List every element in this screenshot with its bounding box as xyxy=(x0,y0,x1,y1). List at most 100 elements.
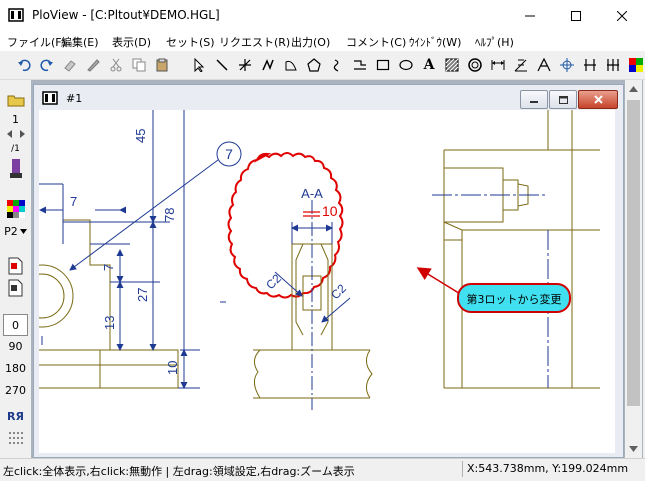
child-title: #1 xyxy=(66,92,83,105)
mirror-button[interactable]: RЯ xyxy=(3,406,28,426)
series-dim-tool[interactable] xyxy=(603,55,623,75)
menu-help[interactable]: ﾍﾙﾌﾟ(H) xyxy=(475,34,514,50)
cross-line-icon xyxy=(239,59,251,71)
hatch-icon xyxy=(445,58,459,72)
minimize-button[interactable] xyxy=(507,0,553,31)
vertical-scrollbar[interactable] xyxy=(625,80,642,458)
undo-button[interactable] xyxy=(14,55,34,75)
balloon-tool[interactable] xyxy=(465,55,485,75)
rotate-0-button[interactable]: 0 xyxy=(3,314,28,336)
status-hint: 左click:全体表示,右click:無動作 | 左drag:領域設定,右dra… xyxy=(3,465,355,478)
rotate-180-button[interactable]: 180 xyxy=(3,358,28,378)
rectangle-icon xyxy=(376,59,390,71)
copy-button[interactable] xyxy=(129,55,149,75)
section-label: A-A xyxy=(301,186,323,201)
redo-button[interactable] xyxy=(37,55,57,75)
paste-button[interactable] xyxy=(152,55,172,75)
color-palette-icon xyxy=(629,58,643,72)
drawing-svg: 45 7 78 7 27 13 10 7 A-A C2 C2 10 第3ロットか… xyxy=(39,110,600,410)
undo-icon xyxy=(18,59,31,72)
pen-icon xyxy=(87,59,100,72)
weld-tool[interactable] xyxy=(534,55,554,75)
grid-button[interactable] xyxy=(3,430,28,446)
balloon-icon xyxy=(468,58,482,72)
pen-setting-button[interactable] xyxy=(3,158,28,180)
dim-label-45: 45 xyxy=(133,129,148,143)
menu-window[interactable]: ｳｲﾝﾄﾞｳ(W) xyxy=(409,34,461,50)
polyline-tool[interactable] xyxy=(258,55,278,75)
note-leader xyxy=(416,267,463,296)
color-grid-icon xyxy=(6,200,25,218)
child-restore-button[interactable] xyxy=(549,90,577,109)
arrow-cursor-icon xyxy=(194,58,205,72)
close-button[interactable] xyxy=(599,0,645,31)
angle-dim-tool[interactable] xyxy=(511,55,531,75)
step-tool[interactable] xyxy=(350,55,370,75)
copy-icon xyxy=(132,58,146,72)
menu-output[interactable]: 出力(O) xyxy=(291,34,330,50)
left-dimensions xyxy=(39,110,219,389)
paper-size-value: P2 xyxy=(4,224,18,238)
line-tool[interactable] xyxy=(212,55,232,75)
main-toolbar: A xyxy=(0,52,645,80)
menu-file[interactable]: ファイル(F) xyxy=(7,34,66,50)
grid-dots-icon xyxy=(8,432,23,444)
cross-line-tool[interactable] xyxy=(235,55,255,75)
close-icon xyxy=(593,95,603,104)
curve-tool[interactable] xyxy=(327,55,347,75)
redo-icon xyxy=(40,59,53,72)
status-bar: 左click:全体表示,右click:無動作 | 左drag:領域設定,右dra… xyxy=(0,458,645,481)
page-export-icon xyxy=(8,257,22,275)
dim-label-13: 13 xyxy=(102,316,117,330)
right-part-outline xyxy=(443,110,600,389)
text-tool[interactable]: A xyxy=(419,55,439,75)
parallel-dim-tool[interactable] xyxy=(580,55,600,75)
color-button[interactable] xyxy=(3,198,28,220)
app-icon xyxy=(8,8,24,22)
menu-view[interactable]: 表示(D) xyxy=(112,34,151,50)
menu-edit[interactable]: 編集(E) xyxy=(61,34,99,50)
menu-comment[interactable]: コメント(C) xyxy=(346,34,406,50)
erase-button[interactable] xyxy=(60,55,80,75)
eraser-icon xyxy=(64,60,76,72)
drawing-canvas[interactable]: 45 7 78 7 27 13 10 7 A-A C2 C2 10 第3ロットか… xyxy=(39,110,615,453)
open-button[interactable] xyxy=(3,90,28,110)
angle-dim-icon xyxy=(514,59,527,72)
child-close-button[interactable] xyxy=(578,90,618,109)
page-spinner[interactable] xyxy=(3,127,28,141)
left-part-outline xyxy=(39,219,179,389)
curve-icon xyxy=(333,59,339,72)
select-tool[interactable] xyxy=(189,55,209,75)
center-mark-icon xyxy=(560,58,574,72)
hatch-tool[interactable] xyxy=(442,55,462,75)
rotate-270-button[interactable]: 270 xyxy=(3,380,28,400)
menu-request[interactable]: リクエスト(R) xyxy=(219,34,290,50)
rotate-90-button[interactable]: 90 xyxy=(3,336,28,356)
title-bar: PloView - [C:Pltout¥DEMO.HGL] xyxy=(0,0,645,31)
dimension-tool[interactable] xyxy=(488,55,508,75)
cut-button[interactable] xyxy=(106,55,126,75)
rectangle-tool[interactable] xyxy=(373,55,393,75)
scroll-thumb[interactable] xyxy=(627,100,640,406)
arc-tool[interactable] xyxy=(281,55,301,75)
dim-label-27: 27 xyxy=(135,288,150,302)
center-mark-tool[interactable] xyxy=(557,55,577,75)
import-button[interactable] xyxy=(3,278,28,298)
text-icon: A xyxy=(423,57,435,73)
maximize-button[interactable] xyxy=(553,0,599,31)
export-button[interactable] xyxy=(3,256,28,276)
step-line-icon xyxy=(354,60,366,70)
menu-set[interactable]: セット(S) xyxy=(166,34,215,50)
revision-cloud xyxy=(227,152,344,299)
page-number: 1 xyxy=(12,112,19,126)
parallel-dim-icon xyxy=(584,59,596,71)
polygon-tool[interactable] xyxy=(304,55,324,75)
pen-button[interactable] xyxy=(83,55,103,75)
document-icon xyxy=(42,91,58,105)
paper-size-select[interactable]: P2 xyxy=(3,222,28,240)
color-tool[interactable] xyxy=(626,55,645,75)
child-minimize-button[interactable] xyxy=(520,90,548,109)
ellipse-tool[interactable] xyxy=(396,55,416,75)
revision-mark: 10 xyxy=(322,203,338,219)
dim-label-10: 10 xyxy=(165,361,180,375)
